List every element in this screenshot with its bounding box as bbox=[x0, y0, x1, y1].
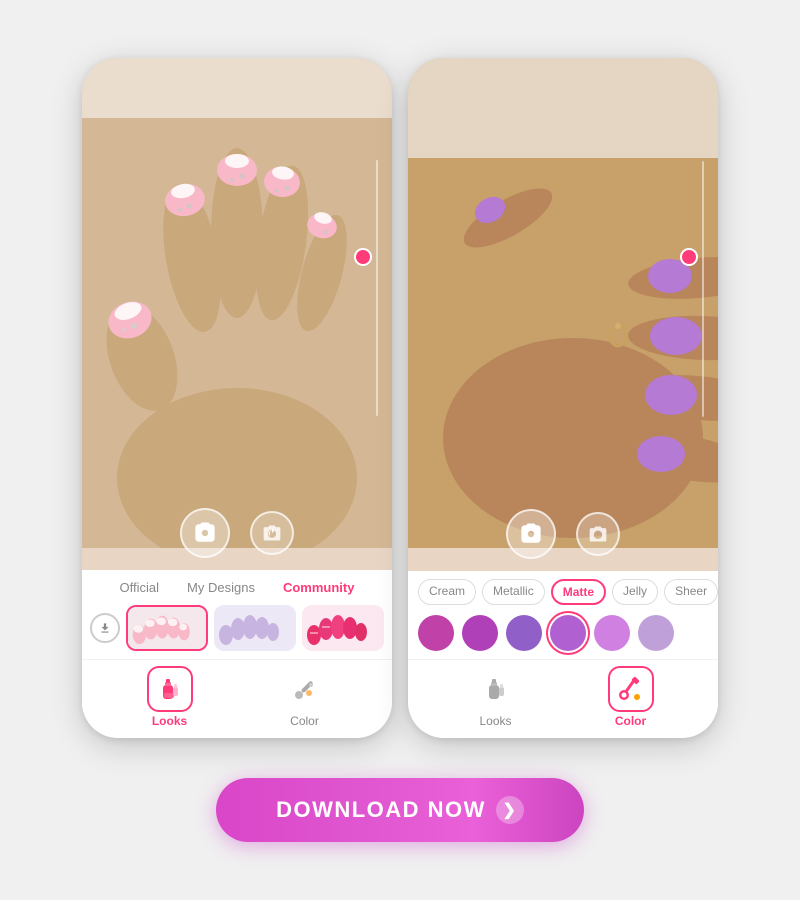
color-icon-box-right bbox=[608, 666, 654, 712]
looks-label-right: Looks bbox=[479, 714, 511, 728]
finish-metallic[interactable]: Metallic bbox=[482, 579, 545, 605]
finish-matte[interactable]: Matte bbox=[551, 579, 606, 605]
download-btn-label: DOWNLOAD NOW bbox=[276, 797, 486, 823]
finish-tabs: Cream Metallic Matte Jelly Sheer bbox=[408, 571, 718, 611]
nav-looks-right[interactable]: Looks bbox=[473, 666, 519, 728]
nav-color-right[interactable]: Color bbox=[608, 666, 654, 728]
left-phone: Official My Designs Community bbox=[82, 58, 392, 738]
flip-camera-button-right[interactable] bbox=[576, 512, 620, 556]
nav-color-left[interactable]: Color bbox=[282, 666, 328, 728]
color-label-left: Color bbox=[290, 714, 319, 728]
finish-cream[interactable]: Cream bbox=[418, 579, 476, 605]
looks-icon-box-right bbox=[473, 666, 519, 712]
phones-container: Official My Designs Community bbox=[82, 58, 718, 738]
download-designs-button[interactable] bbox=[90, 613, 120, 643]
camera-controls-left bbox=[180, 508, 294, 558]
right-phone: Cream Metallic Matte Jelly Sheer bbox=[408, 58, 718, 738]
take-photo-button-right[interactable] bbox=[506, 509, 556, 559]
design-tabs: Official My Designs Community bbox=[82, 570, 392, 601]
designs-row bbox=[82, 601, 392, 659]
tab-official[interactable]: Official bbox=[106, 578, 174, 597]
opacity-slider-track bbox=[376, 160, 378, 416]
flip-camera-button[interactable] bbox=[250, 511, 294, 555]
left-phone-bottom: Official My Designs Community bbox=[82, 570, 392, 738]
color-swatch-3[interactable] bbox=[550, 615, 586, 651]
finish-sheer[interactable]: Sheer bbox=[664, 579, 718, 605]
looks-label-left: Looks bbox=[152, 714, 187, 728]
tab-community[interactable]: Community bbox=[269, 578, 369, 597]
color-swatch-0[interactable] bbox=[418, 615, 454, 651]
design-thumb-pink[interactable] bbox=[126, 605, 208, 651]
tab-my-designs[interactable]: My Designs bbox=[173, 578, 269, 597]
color-swatch-5[interactable] bbox=[638, 615, 674, 651]
colors-row bbox=[408, 611, 718, 659]
right-phone-bottom: Cream Metallic Matte Jelly Sheer bbox=[408, 571, 718, 738]
left-hand-svg bbox=[82, 58, 392, 548]
right-hand-svg bbox=[408, 58, 718, 548]
color-icon-box-left bbox=[282, 666, 328, 712]
right-camera-area bbox=[408, 58, 718, 571]
color-swatch-1[interactable] bbox=[462, 615, 498, 651]
nav-looks-left[interactable]: Looks bbox=[147, 666, 193, 728]
left-camera-area bbox=[82, 58, 392, 570]
opacity-slider-thumb[interactable] bbox=[356, 250, 370, 264]
looks-icon-box-left bbox=[147, 666, 193, 712]
finish-jelly[interactable]: Jelly bbox=[612, 579, 658, 605]
design-thumb-hotpink[interactable] bbox=[302, 605, 384, 651]
camera-controls-right bbox=[506, 509, 620, 559]
opacity-slider-track-right bbox=[702, 161, 704, 418]
download-btn-arrow: ❯ bbox=[496, 796, 524, 824]
color-swatch-4[interactable] bbox=[594, 615, 630, 651]
right-nav: Looks Color bbox=[408, 659, 718, 738]
color-swatch-2[interactable] bbox=[506, 615, 542, 651]
color-label-right: Color bbox=[615, 714, 646, 728]
take-photo-button[interactable] bbox=[180, 508, 230, 558]
left-nav: Looks Color bbox=[82, 659, 392, 738]
download-now-button[interactable]: DOWNLOAD NOW ❯ bbox=[216, 778, 584, 842]
design-thumb-lavender[interactable] bbox=[214, 605, 296, 651]
